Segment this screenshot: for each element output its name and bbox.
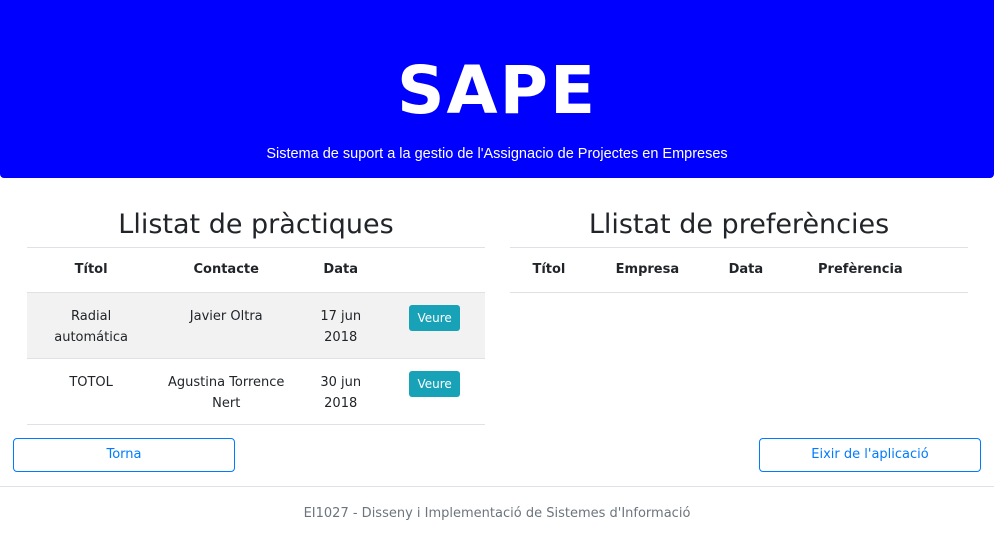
column-header-data: Data — [297, 248, 385, 293]
column-header-contacte: Contacte — [155, 248, 298, 293]
veure-button[interactable]: Veure — [409, 304, 460, 331]
column-header-titol: Títol — [27, 248, 156, 293]
column-header-empty — [935, 248, 968, 293]
column-header-data: Data — [706, 248, 785, 293]
column-header-empresa: Empresa — [587, 248, 707, 293]
cell-titol: Radial automática — [27, 292, 156, 359]
cell-contacte: Agustina Torrence Nert — [155, 358, 298, 425]
table-row: Radial automática Javier Oltra 17 jun 20… — [27, 292, 485, 359]
cell-data: 17 jun 2018 — [297, 292, 385, 359]
column-header-actions — [384, 248, 485, 293]
back-button[interactable]: Torna — [13, 438, 235, 472]
footer: EI1027 - Disseny i Implementació de Sist… — [0, 486, 994, 533]
cell-contacte: Javier Oltra — [155, 292, 298, 359]
cell-titol: TOTOL — [27, 358, 156, 425]
exit-app-button[interactable]: Eixir de l'aplicació — [759, 438, 981, 472]
cell-actions: Veure — [384, 292, 485, 359]
practiques-panel: Llistat de pràctiques Títol Contacte Dat… — [27, 200, 485, 425]
practiques-title: Llistat de pràctiques — [27, 200, 485, 248]
table-row: TOTOL Agustina Torrence Nert 30 jun 2018… — [27, 358, 485, 425]
column-header-titol: Títol — [510, 248, 588, 293]
app-logo: SAPE — [396, 52, 598, 129]
preferencies-title: Llistat de preferències — [510, 200, 968, 248]
app-subtitle: Sistema de suport a la gestio de l'Assig… — [266, 146, 728, 162]
table-header-row: Títol Contacte Data — [27, 248, 485, 293]
cell-data: 30 jun 2018 — [297, 358, 385, 425]
column-header-preferencia: Prefèrencia — [784, 248, 936, 293]
preferencies-panel: Llistat de preferències Títol Empresa Da… — [510, 200, 968, 293]
table-header-row: Títol Empresa Data Prefèrencia — [510, 248, 968, 293]
header-banner: SAPE Sistema de suport a la gestio de l'… — [0, 0, 994, 178]
practiques-table: Títol Contacte Data Radial automática Ja… — [27, 248, 485, 425]
veure-button[interactable]: Veure — [409, 370, 460, 397]
preferencies-table: Títol Empresa Data Prefèrencia — [510, 248, 968, 293]
cell-actions: Veure — [384, 358, 485, 425]
footer-text: EI1027 - Disseny i Implementació de Sist… — [303, 506, 691, 521]
